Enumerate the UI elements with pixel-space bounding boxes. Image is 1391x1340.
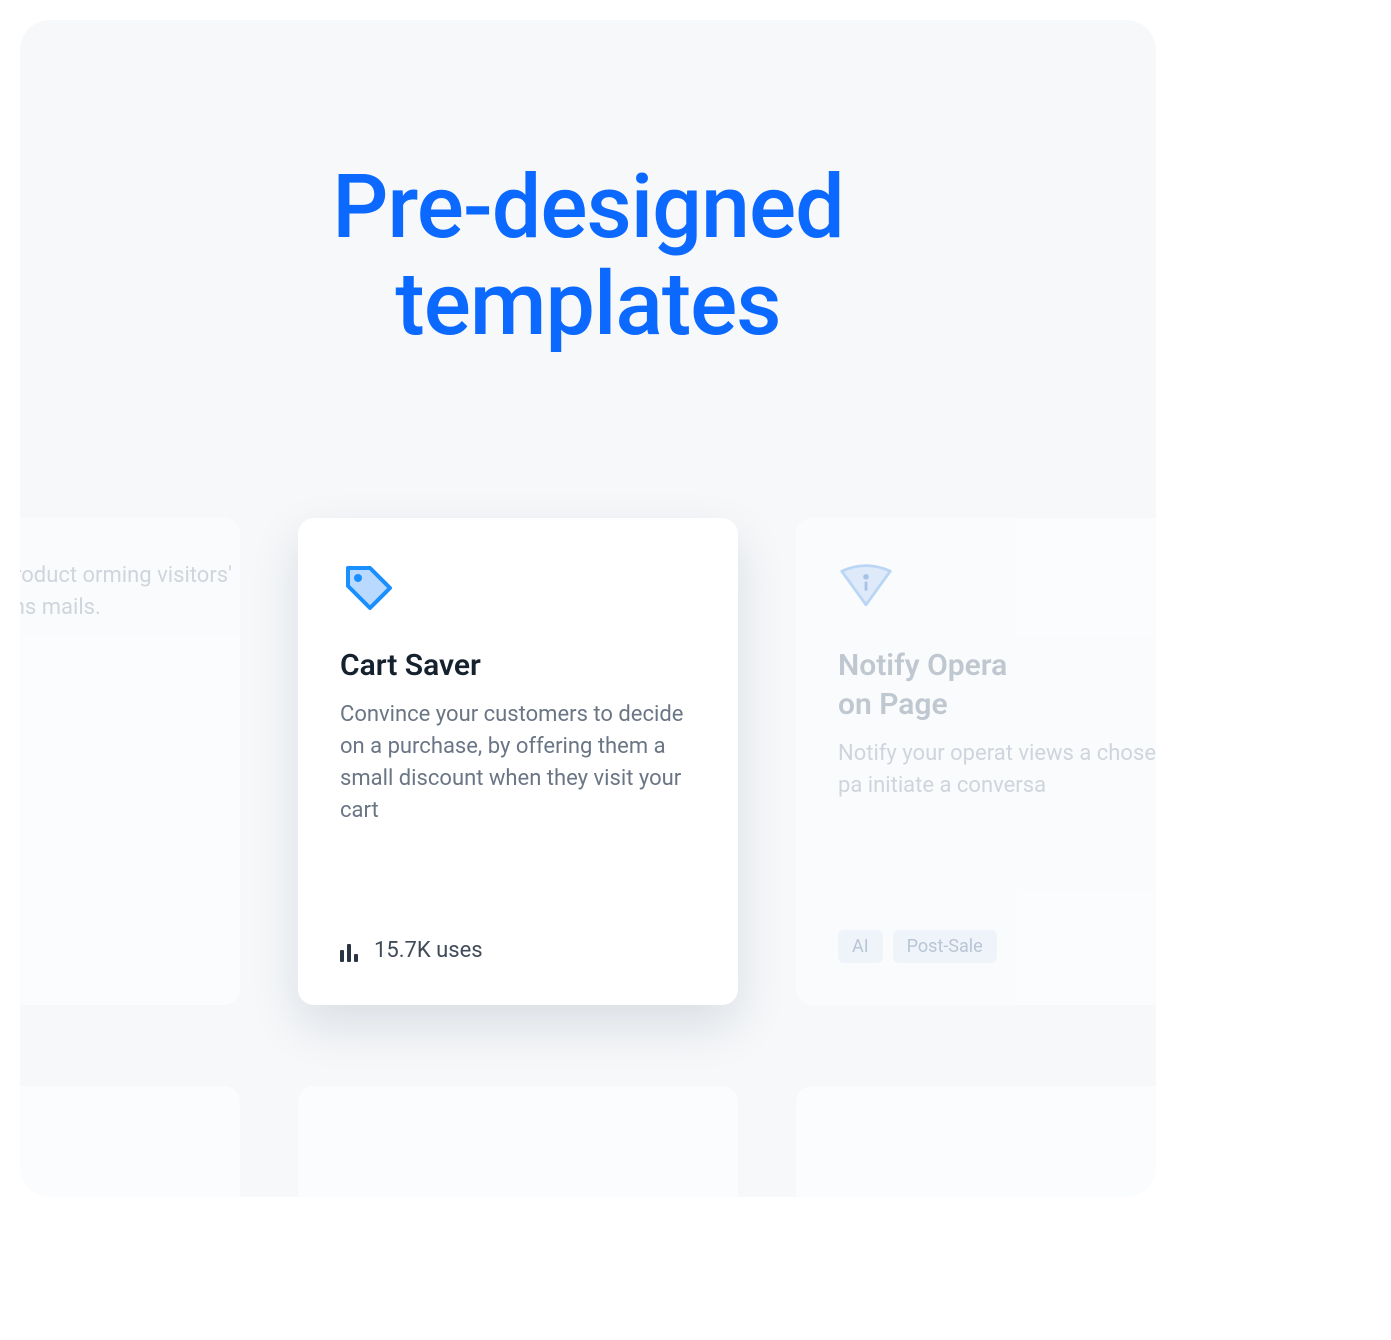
template-card-stub-right[interactable]: [796, 1086, 1156, 1197]
template-card-prev[interactable]: about product orming visitors' questions…: [20, 518, 240, 1005]
template-card-uses: 15.7K uses: [374, 938, 483, 963]
section-heading: Pre-designed templates: [20, 20, 1156, 354]
wifi-icon: [838, 560, 894, 616]
template-card-next[interactable]: Notify Opera on Page Notify your operat …: [796, 518, 1156, 1005]
template-card-next-title: Notify Opera on Page: [838, 646, 1156, 724]
template-card-next-tags: AI Post-Sale: [838, 930, 1156, 963]
template-card-prev-desc: about product orming visitors' questions…: [20, 560, 240, 963]
bar-chart-icon: [340, 940, 362, 962]
templates-section: Pre-designed templates about product orm…: [20, 20, 1156, 1197]
template-card-cart-saver[interactable]: Cart Saver Convince your customers to de…: [298, 518, 738, 1005]
tag-ai: AI: [838, 930, 883, 963]
template-card-stub-left[interactable]: [20, 1086, 240, 1197]
template-card-desc: Convince your customers to decide on a p…: [340, 699, 696, 918]
template-card-meta: 15.7K uses: [340, 938, 696, 963]
heading-line-2: templates: [395, 253, 780, 356]
template-card-next-desc: Notify your operat views a chosen pa ini…: [838, 738, 1156, 910]
template-carousel: about product orming visitors' questions…: [20, 518, 1156, 1005]
template-carousel-row2: [20, 1086, 1156, 1197]
tag-icon: [340, 560, 396, 616]
heading-line-1: Pre-designed: [332, 156, 844, 259]
template-card-stub-center[interactable]: [298, 1086, 738, 1197]
template-card-title: Cart Saver: [340, 646, 696, 685]
tag-post-sale: Post-Sale: [893, 930, 997, 963]
